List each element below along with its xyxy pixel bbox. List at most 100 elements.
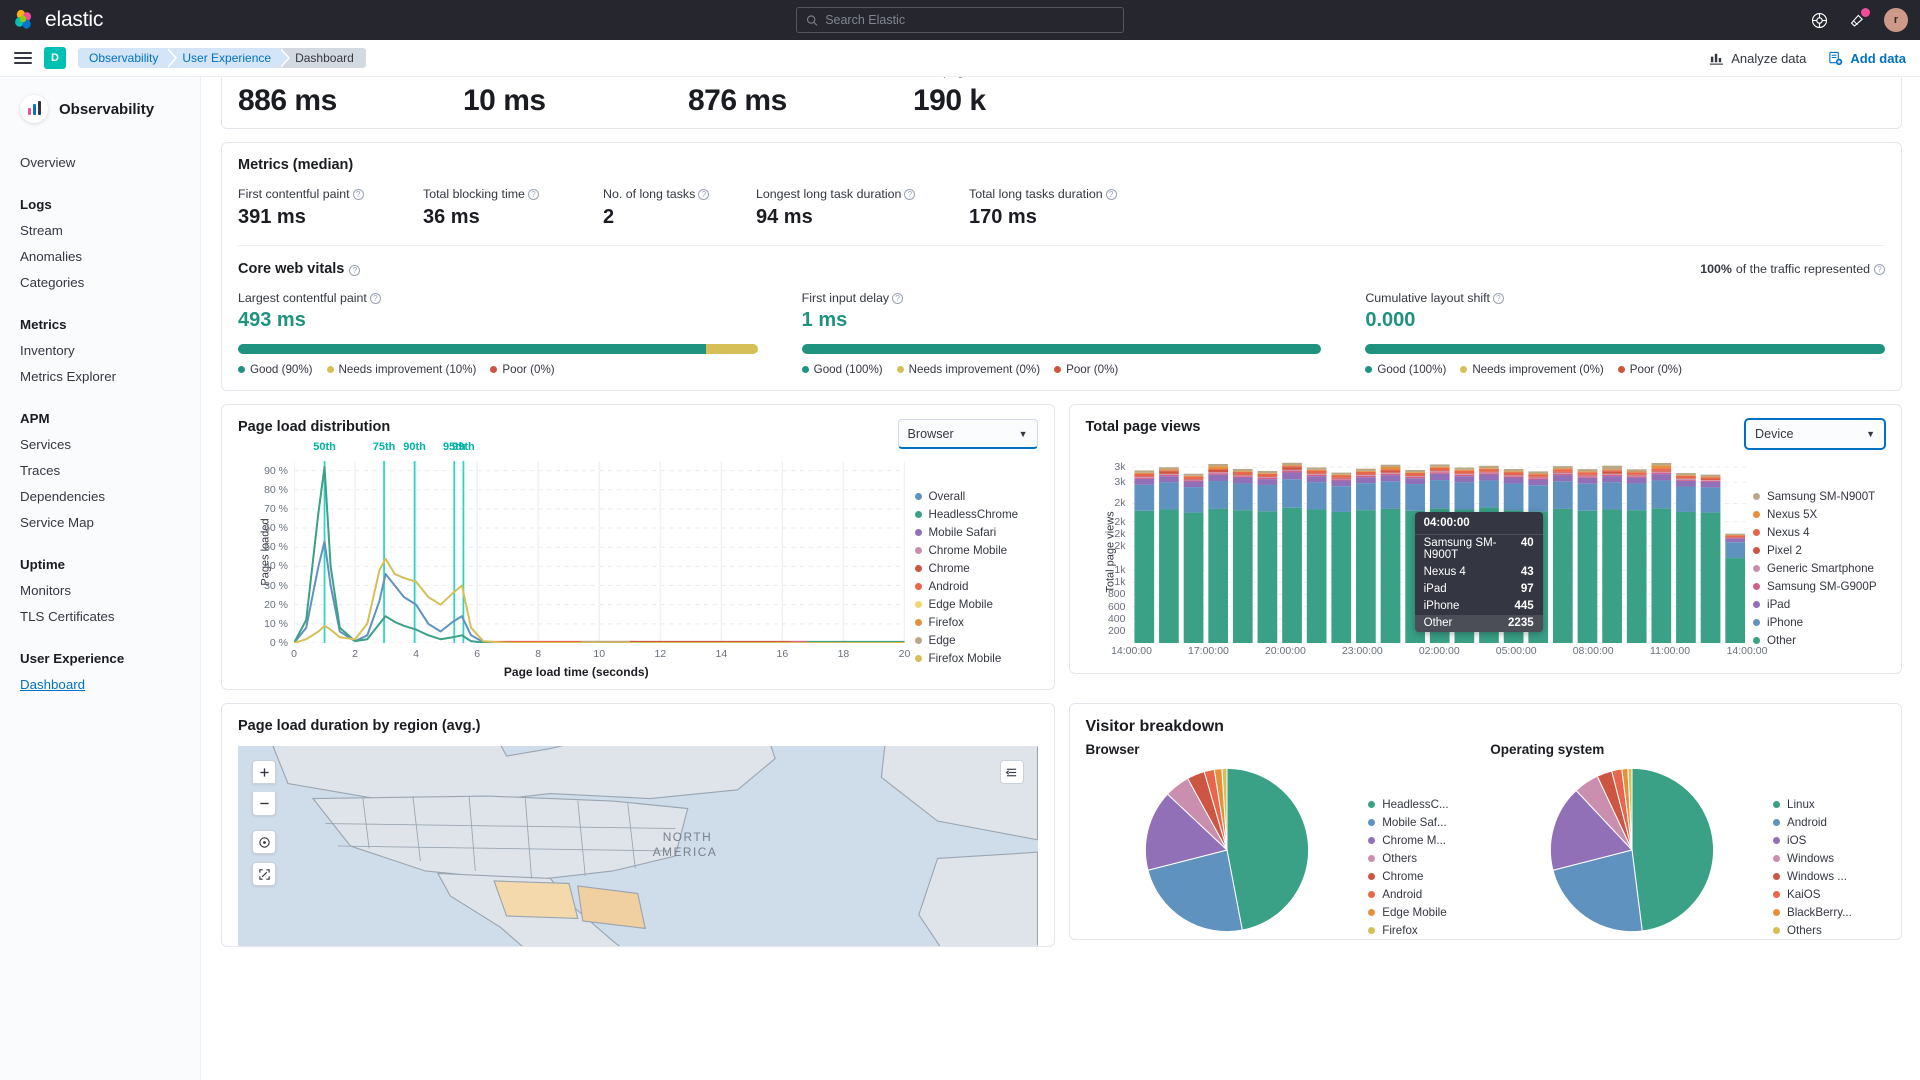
traffic-help-icon[interactable]: ? [1874,263,1885,275]
tpv-bar-segment[interactable] [1133,470,1154,473]
tpv-bar-segment[interactable] [1503,476,1523,478]
tpv-bar-segment[interactable] [1601,482,1622,510]
tpv-bar-segment[interactable] [1429,473,1450,481]
tpv-bar-segment[interactable] [1700,481,1720,488]
tpv-bar-segment[interactable] [1577,476,1597,478]
tpv-bar-segment[interactable] [1478,473,1499,475]
region-map[interactable]: NORTH AMERICA [238,746,1038,946]
tpv-bar-segment[interactable] [1478,469,1499,472]
tpv-bar-segment[interactable] [1281,466,1302,468]
tpv-bar-segment[interactable] [1429,464,1450,467]
search-input[interactable] [825,13,1114,27]
tpv-bar-segment[interactable] [1700,479,1720,481]
tpv-bar-segment[interactable] [1478,465,1499,469]
tpv-bar-segment[interactable] [1330,486,1351,512]
help-icon[interactable]: ? [1105,188,1117,200]
tpv-bar-segment[interactable] [1601,476,1622,483]
tpv-bar-segment[interactable] [1552,468,1573,470]
browser-legend-item-others[interactable]: Others [1368,849,1480,867]
tpv-bar-segment[interactable] [1355,477,1376,484]
tpv-bar-segment[interactable] [1133,477,1154,479]
tpv-bar-segment[interactable] [1257,473,1277,474]
core-web-vitals-help-icon[interactable]: ? [349,264,361,276]
breadcrumb-item-observability[interactable]: Observability [78,48,178,68]
tpv-bar-segment[interactable] [1724,535,1745,538]
tpv-bar-segment[interactable] [1675,475,1696,476]
tpv-bar-segment[interactable] [1675,473,1696,476]
tpv-bar-segment[interactable] [1454,473,1474,474]
tpv-bar-segment[interactable] [1158,469,1179,471]
tpv-bar-segment[interactable] [1675,479,1696,481]
tpv-bar-segment[interactable] [1675,478,1696,480]
tpv-bar-segment[interactable] [1478,468,1499,470]
help-icon[interactable]: ? [369,292,381,304]
tpv-bar-segment[interactable] [1380,508,1400,643]
pld-legend-item-mobile-safari[interactable]: Mobile Safari [914,523,1038,541]
browser-legend-item-headlessc[interactable]: HeadlessC... [1368,795,1480,813]
tpv-bar-segment[interactable] [1650,465,1671,469]
tpv-bar-segment[interactable] [1281,469,1302,472]
tpv-bar-segment[interactable] [1281,472,1302,480]
tpv-bar-segment[interactable] [1454,470,1474,474]
help-icon[interactable]: ? [904,188,916,200]
tpv-bar-segment[interactable] [1306,473,1326,475]
tpv-bar-segment[interactable] [1675,486,1696,512]
tpv-legend-item-iphone[interactable]: iPhone [1753,613,1885,631]
sidebar-item-dashboard[interactable]: Dashboard [0,671,200,697]
tpv-bar-segment[interactable] [1207,469,1228,470]
browser-legend-item-mobile-saf[interactable]: Mobile Saf... [1368,813,1480,831]
tpv-bar-segment[interactable] [1700,476,1720,478]
tpv-legend-item-pixel-2[interactable]: Pixel 2 [1753,541,1885,559]
tpv-bar-segment[interactable] [1724,537,1745,539]
tpv-bar-segment[interactable] [1207,466,1228,470]
map-legend-button[interactable] [999,760,1024,784]
tpv-bar-segment[interactable] [1281,462,1302,466]
browser-pie-slice-headlessc[interactable] [1226,767,1309,931]
browser-legend-item-android[interactable]: Android [1368,885,1480,903]
tpv-bar-segment[interactable] [1133,510,1154,643]
tpv-legend-item-samsung-sm-g900p[interactable]: Samsung SM-G900P [1753,577,1885,595]
tpv-bar-segment[interactable] [1330,474,1351,476]
browser-legend-item-chrome[interactable]: Chrome [1368,867,1480,885]
tpv-bar-segment[interactable] [1158,482,1179,510]
tpv-bar-segment[interactable] [1503,471,1523,473]
pld-legend-item-chrome[interactable]: Chrome [914,559,1038,577]
tpv-bar-segment[interactable] [1700,480,1720,481]
tpv-bar-segment[interactable] [1183,473,1203,476]
tpv-bar-segment[interactable] [1330,480,1351,487]
help-icon[interactable]: ? [892,292,904,304]
browser-legend-item-edge-mobile[interactable]: Edge Mobile [1368,903,1480,921]
tpv-bar-segment[interactable] [1552,472,1573,474]
tpv-bar-segment[interactable] [1207,463,1228,467]
tpv-bar-segment[interactable] [1232,483,1253,511]
pld-breakdown-select[interactable]: Browser ▼ [897,419,1038,449]
tpv-bar-segment[interactable] [1454,467,1474,470]
browser-pie-holder[interactable] [1086,765,1369,939]
tpv-bar-segment[interactable] [1257,477,1277,480]
os-pie-holder[interactable] [1490,765,1773,939]
tpv-bar-segment[interactable] [1183,512,1203,643]
tpv-bar-segment[interactable] [1133,473,1154,477]
tpv-bar-segment[interactable] [1454,473,1474,475]
tpv-bar-segment[interactable] [1232,472,1253,475]
tpv-bar-segment[interactable] [1577,474,1597,476]
tpv-bar-segment[interactable] [1380,481,1400,509]
sidebar-item-categories[interactable]: Categories [0,269,200,295]
os-pie-slice-linux[interactable] [1631,767,1714,932]
os-legend-item-linux[interactable]: Linux [1773,795,1885,813]
tpv-bar-segment[interactable] [1257,477,1277,478]
tpv-bar-segment[interactable] [1454,474,1474,477]
tpv-bar-segment[interactable] [1281,471,1302,473]
tpv-legend-item-ipad[interactable]: iPad [1753,595,1885,613]
tpv-bar-segment[interactable] [1404,472,1425,473]
tpv-bar-segment[interactable] [1380,470,1400,473]
tpv-bar-segment[interactable] [1626,477,1647,484]
os-legend-item-blackberry[interactable]: BlackBerry... [1773,903,1885,921]
tpv-bar-segment[interactable] [1380,467,1400,470]
tpv-bar-segment[interactable] [1577,471,1597,473]
tpv-bar-segment[interactable] [1133,484,1154,511]
tpv-bar-segment[interactable] [1527,474,1548,477]
tpv-bar-segment[interactable] [1650,472,1671,475]
tpv-bar-segment[interactable] [1700,480,1720,482]
os-legend-item-windows[interactable]: Windows [1773,849,1885,867]
